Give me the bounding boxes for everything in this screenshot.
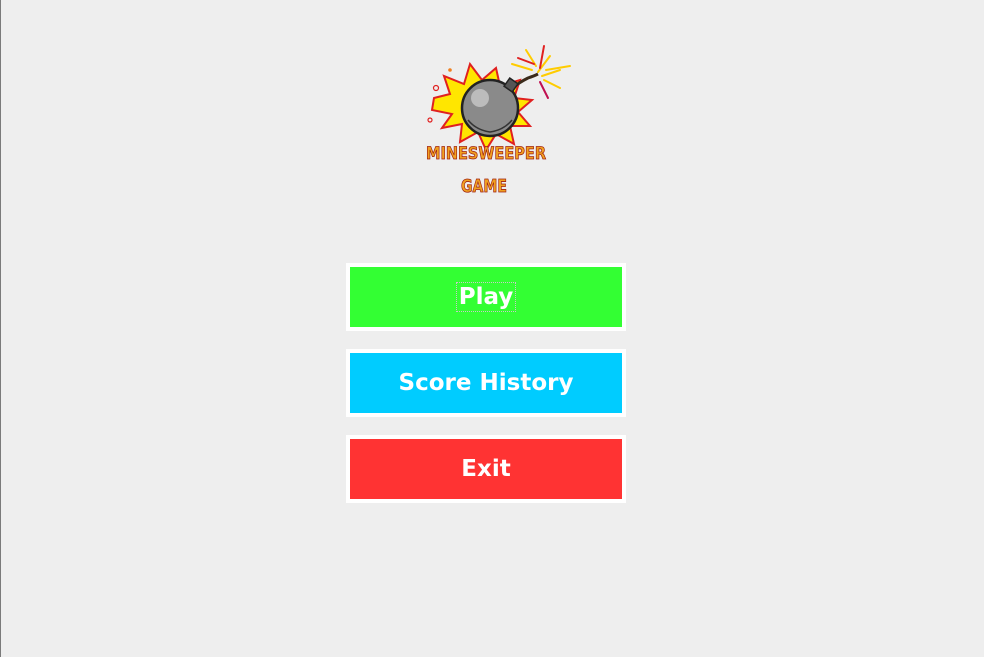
- game-logo: MINESWEEPER GAME: [420, 36, 580, 201]
- fuse-sparks: [511, 45, 571, 99]
- bomb-logo-graphic: MINESWEEPER GAME: [426, 45, 571, 197]
- burst-dot: [427, 117, 433, 123]
- logo-title-line2: GAME: [461, 176, 507, 197]
- bomb-shine: [471, 89, 489, 107]
- burst-dot: [432, 84, 440, 92]
- burst-dot: [448, 68, 452, 72]
- window-left-border: [0, 0, 1, 657]
- play-button-label: Play: [455, 282, 517, 312]
- play-button[interactable]: Play: [346, 263, 626, 331]
- exit-button[interactable]: Exit: [346, 435, 626, 503]
- exit-button-label: Exit: [461, 456, 511, 482]
- score-history-button-label: Score History: [398, 370, 574, 396]
- logo-title-line1: MINESWEEPER: [426, 144, 546, 164]
- score-history-button[interactable]: Score History: [346, 349, 626, 417]
